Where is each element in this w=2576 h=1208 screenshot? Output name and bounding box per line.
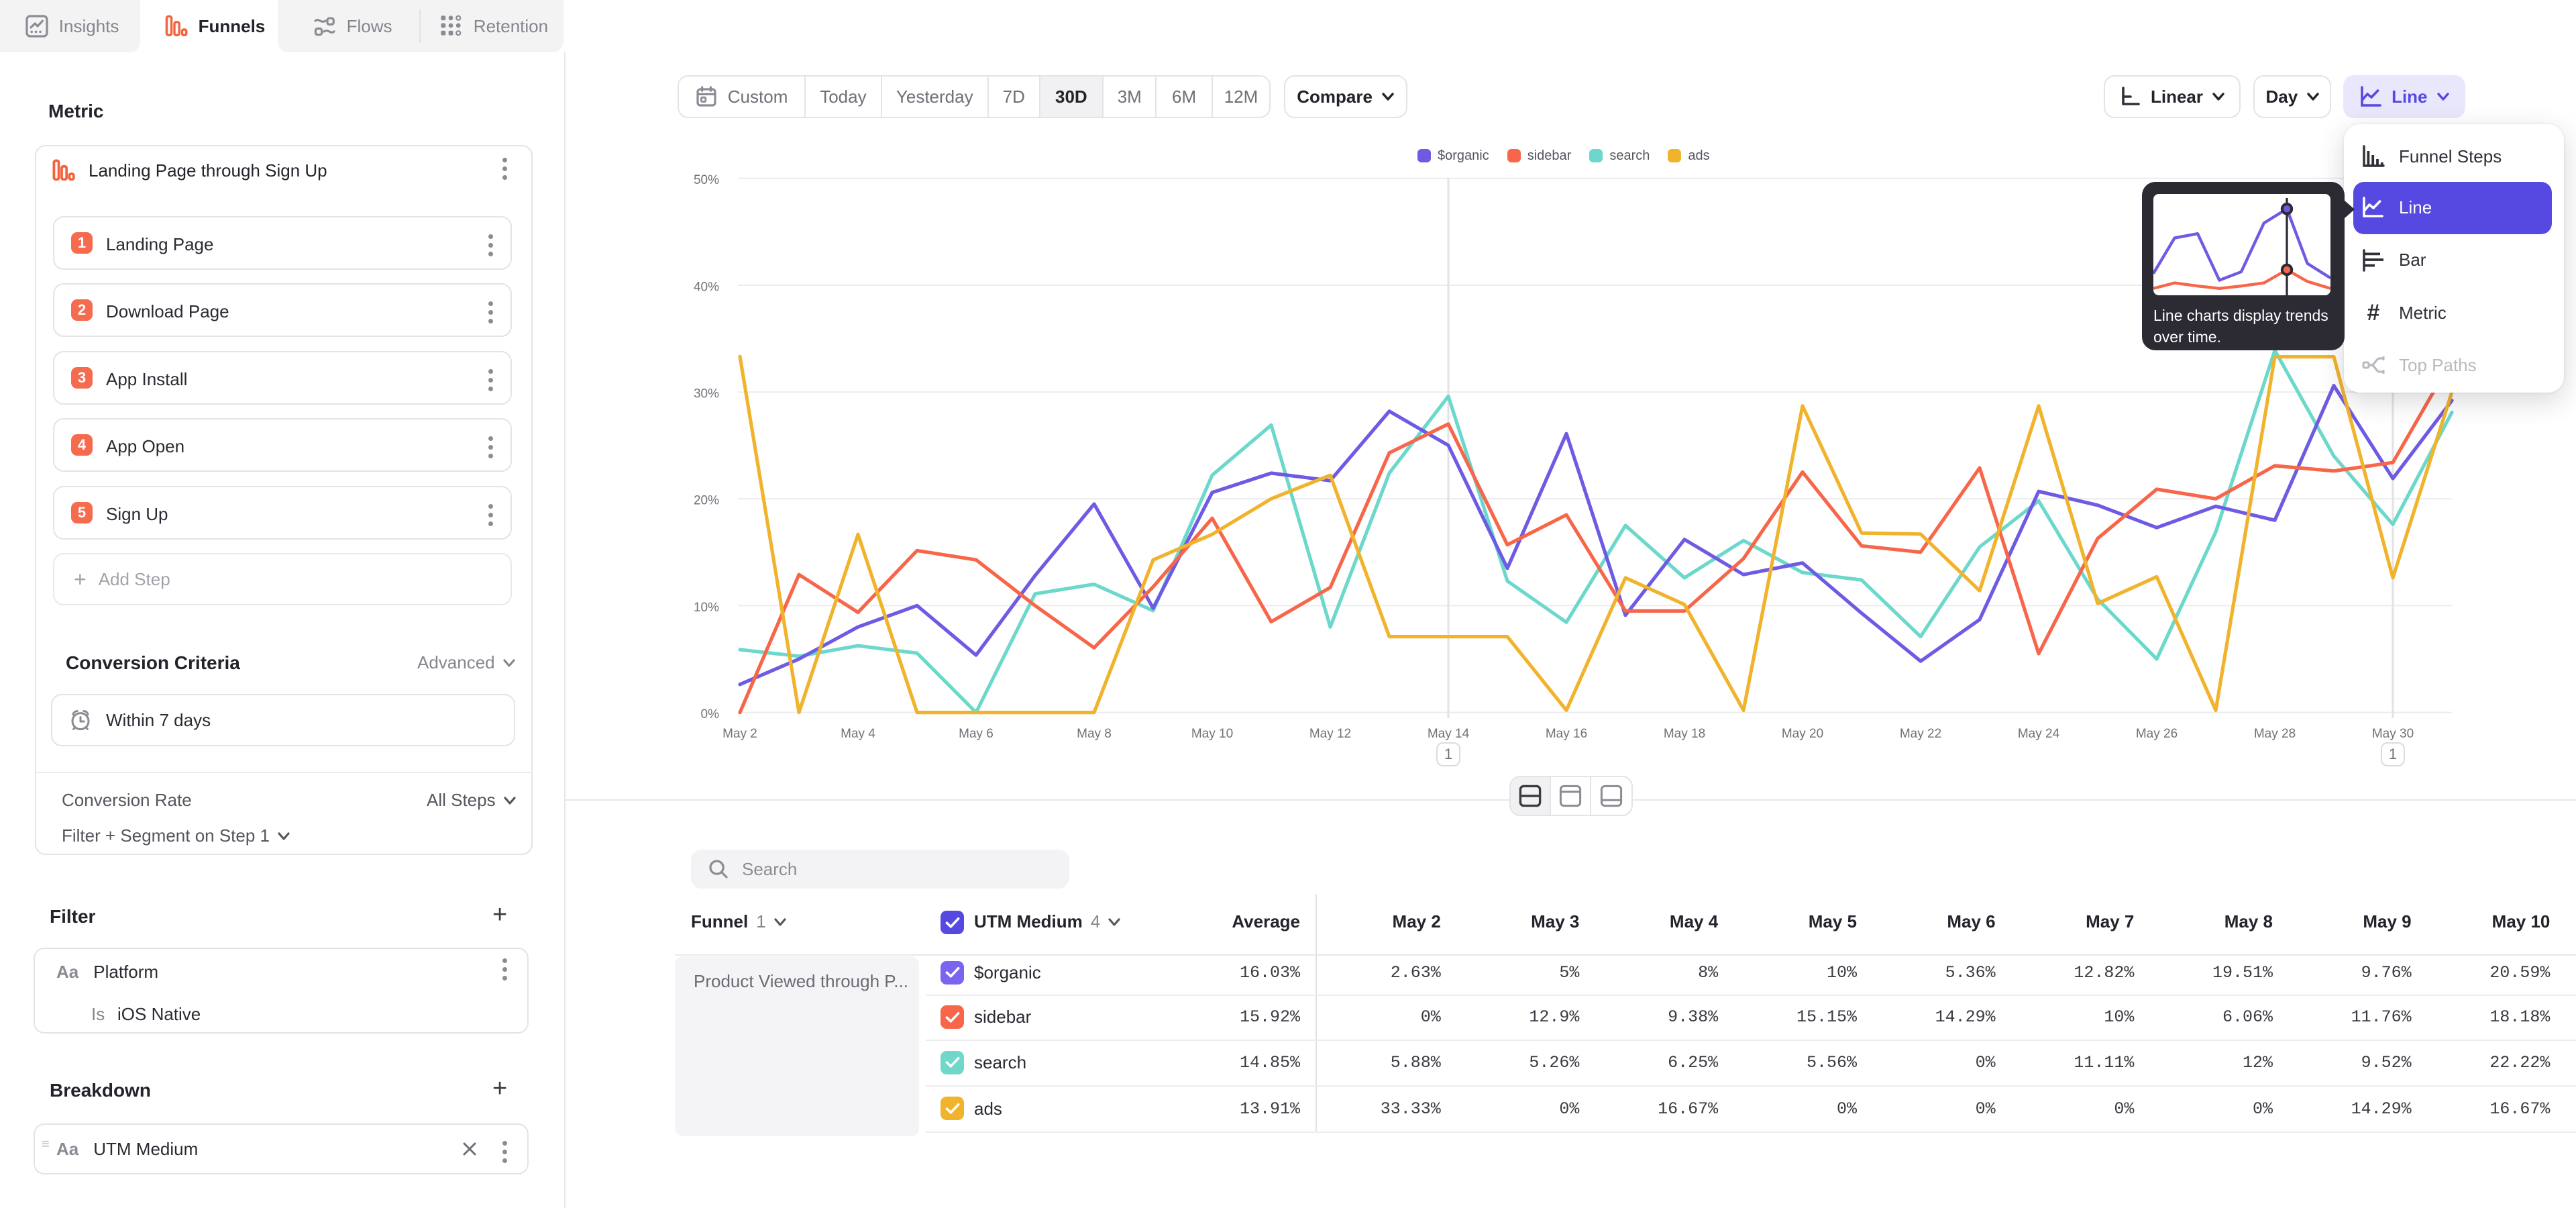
svg-text:May 20: May 20: [1782, 727, 1823, 741]
svg-text:May 12: May 12: [1309, 727, 1351, 741]
svg-text:May 18: May 18: [1664, 727, 1705, 741]
svg-text:May 22: May 22: [1900, 727, 1941, 741]
svg-text:0%: 0%: [701, 707, 720, 721]
svg-text:May 2: May 2: [722, 727, 757, 741]
svg-text:May 28: May 28: [2254, 727, 2296, 741]
svg-text:40%: 40%: [694, 280, 719, 294]
svg-text:May 14: May 14: [1428, 727, 1470, 741]
svg-text:May 24: May 24: [2018, 727, 2060, 741]
svg-text:May 6: May 6: [959, 727, 994, 741]
svg-text:50%: 50%: [694, 173, 719, 187]
svg-text:30%: 30%: [694, 387, 719, 401]
svg-text:20%: 20%: [694, 494, 719, 508]
svg-text:May 30: May 30: [2372, 727, 2414, 741]
svg-text:May 16: May 16: [1546, 727, 1587, 741]
svg-text:May 8: May 8: [1077, 727, 1112, 741]
svg-text:May 26: May 26: [2136, 727, 2178, 741]
svg-text:May 4: May 4: [841, 727, 875, 741]
svg-text:10%: 10%: [694, 601, 719, 615]
svg-text:May 10: May 10: [1191, 727, 1233, 741]
